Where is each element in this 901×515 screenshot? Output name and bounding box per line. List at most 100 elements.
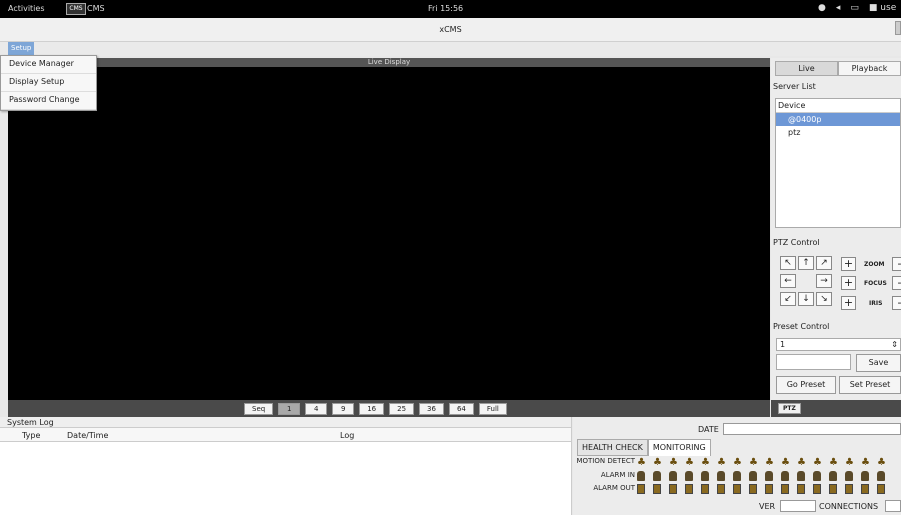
motion-detect-icon: ♣ <box>669 457 678 468</box>
arrow-up-button[interactable]: ↑ <box>798 256 814 270</box>
iris-label: IRIS <box>869 300 883 307</box>
device-item[interactable]: @0400p <box>776 113 900 126</box>
go-preset-button[interactable]: Go Preset <box>776 376 836 394</box>
arrow-right-button[interactable]: → <box>816 274 832 288</box>
zoom-minus-button[interactable]: - <box>892 257 901 271</box>
motion-detect-icon: ♣ <box>701 457 710 468</box>
menu-item-device-manager[interactable]: Device Manager <box>1 56 96 74</box>
layout-16-button[interactable]: 16 <box>359 403 385 415</box>
seq-button[interactable]: Seq <box>244 403 274 415</box>
help-icon[interactable]: ● <box>818 3 826 13</box>
user-menu[interactable]: ■ use <box>869 3 896 13</box>
alarm-out-icon <box>781 484 789 494</box>
window-title: xCMS <box>439 25 462 34</box>
ptz-control-label: PTZ Control <box>773 238 820 247</box>
iris-plus-button[interactable]: + <box>841 296 856 310</box>
clock[interactable]: Fri 15:56 <box>428 4 463 13</box>
system-log-panel: System Log Type Date/Time Log <box>0 417 572 515</box>
layout-25-button[interactable]: 25 <box>389 403 415 415</box>
focus-label: FOCUS <box>864 280 887 287</box>
server-list-label: Server List <box>773 82 816 91</box>
device-list: Device @0400p ptz <box>775 98 901 228</box>
save-button[interactable]: Save <box>856 354 901 372</box>
ptz-bar: PTZ <box>771 400 901 417</box>
motion-detect-icon: ♣ <box>813 457 822 468</box>
alarm-in-icon <box>701 471 709 481</box>
col-type[interactable]: Type <box>22 431 40 440</box>
focus-minus-button[interactable]: - <box>892 276 901 290</box>
view-control-bar: Seq 1 4 9 16 25 36 64 Full <box>8 400 770 417</box>
arrow-up-left-button[interactable]: ↖ <box>780 256 796 270</box>
alarm-out-icon <box>733 484 741 494</box>
device-item[interactable]: ptz <box>776 126 900 139</box>
alarm-in-icon <box>813 471 821 481</box>
date-field <box>723 423 901 435</box>
motion-detect-icon: ♣ <box>797 457 806 468</box>
preset-select[interactable]: 1 ⇕ <box>776 338 901 351</box>
app-name[interactable]: CMS <box>87 4 105 13</box>
setup-dropdown: Device Manager Display Setup Password Ch… <box>0 55 97 111</box>
zoom-label: ZOOM <box>864 261 885 268</box>
tab-playback[interactable]: Playback <box>838 61 901 76</box>
alarm-out-icon <box>877 484 885 494</box>
chat-icon: ■ <box>868 3 878 13</box>
layout-36-button[interactable]: 36 <box>419 403 444 415</box>
iris-minus-button[interactable]: - <box>892 296 901 310</box>
layout-9-button[interactable]: 9 <box>332 403 355 415</box>
arrow-up-right-button[interactable]: ↗ <box>816 256 832 270</box>
alarm-out-icon <box>669 484 677 494</box>
layout-1-button[interactable]: 1 <box>278 403 301 415</box>
layout-64-button[interactable]: 64 <box>448 403 474 415</box>
col-datetime[interactable]: Date/Time <box>67 431 108 440</box>
motion-detect-icon: ♣ <box>877 457 886 468</box>
alarm-out-icon <box>829 484 837 494</box>
layout-4-button[interactable]: 4 <box>305 403 328 415</box>
menu-item-password-change[interactable]: Password Change <box>1 92 96 110</box>
alarm-out-icon <box>637 484 645 494</box>
motion-detect-icon: ♣ <box>829 457 838 468</box>
menu-item-display-setup[interactable]: Display Setup <box>1 74 96 92</box>
motion-detect-label: MOTION DETECT <box>576 457 635 465</box>
arrow-down-right-button[interactable]: ↘ <box>816 292 832 306</box>
menu-bar: Setup <box>0 42 901 56</box>
connections-field <box>885 500 901 512</box>
network-icon[interactable]: ▭ <box>850 3 859 13</box>
alarm-out-icon <box>765 484 773 494</box>
ver-field <box>780 500 816 512</box>
arrow-left-button[interactable]: ← <box>780 274 796 288</box>
motion-detect-icon: ♣ <box>717 457 726 468</box>
full-button[interactable]: Full <box>478 403 507 415</box>
alarm-out-icon <box>653 484 661 494</box>
ptz-button[interactable]: PTZ <box>778 403 801 414</box>
system-log-header: Type Date/Time Log <box>0 428 571 442</box>
setup-menu[interactable]: Setup <box>8 42 35 56</box>
alarm-in-icon <box>765 471 773 481</box>
alarm-in-icon <box>797 471 805 481</box>
focus-plus-button[interactable]: + <box>841 276 856 290</box>
alarm-out-icon <box>717 484 725 494</box>
preset-name-input[interactable] <box>776 354 851 370</box>
zoom-plus-button[interactable]: + <box>841 257 856 271</box>
activities-button[interactable]: Activities <box>8 4 45 13</box>
tab-monitoring[interactable]: MONITORING <box>647 439 711 456</box>
window-control[interactable] <box>895 21 901 35</box>
alarm-in-icon <box>845 471 853 481</box>
arrow-down-left-button[interactable]: ↙ <box>780 292 796 306</box>
volume-icon[interactable]: ◂ <box>836 3 841 13</box>
col-log[interactable]: Log <box>340 431 354 440</box>
alarm-in-icon <box>861 471 869 481</box>
arrow-down-button[interactable]: ↓ <box>798 292 814 306</box>
alarm-in-icon <box>717 471 725 481</box>
alarm-in-icon <box>733 471 741 481</box>
alarm-out-icon <box>861 484 869 494</box>
window-titlebar: xCMS <box>0 18 901 42</box>
device-header: Device <box>776 99 900 113</box>
tab-health-check[interactable]: HEALTH CHECK <box>577 439 648 456</box>
connections-label: CONNECTIONS <box>819 502 879 511</box>
live-video-area[interactable] <box>8 67 770 400</box>
alarm-in-icon <box>829 471 837 481</box>
alarm-out-icon <box>813 484 821 494</box>
set-preset-button[interactable]: Set Preset <box>839 376 901 394</box>
tab-live[interactable]: Live <box>775 61 838 76</box>
preset-value: 1 <box>780 340 786 349</box>
